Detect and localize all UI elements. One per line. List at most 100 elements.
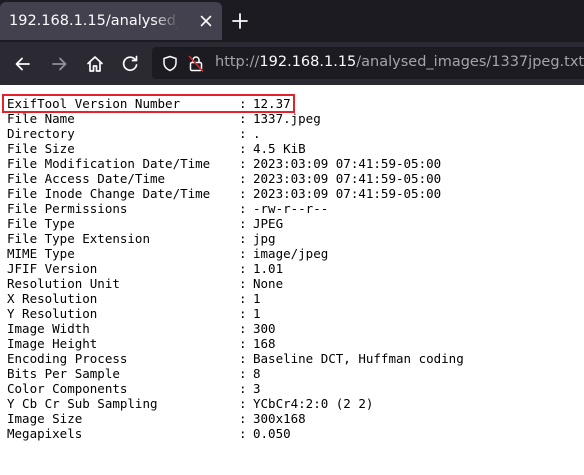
url-bar[interactable]: http://192.168.1.15/analysed_images/1337… — [152, 47, 584, 79]
exif-key: Megapixels — [7, 426, 83, 441]
exif-key: Y Resolution — [7, 306, 98, 321]
exif-key: JFIF Version — [7, 261, 98, 276]
exif-row: Resolution Unit: None — [7, 276, 584, 291]
exif-row: Image Width:300 — [7, 321, 584, 336]
home-icon[interactable] — [85, 54, 105, 74]
exif-value: 2023:03:09 07:41:59-05:00 — [253, 171, 442, 186]
exif-value: 300x168 — [253, 411, 306, 426]
exif-row: File Type Extension: jpg — [7, 231, 584, 246]
exif-separator: : — [239, 201, 247, 216]
exif-value: YCbCr4:2:0 (2 2) — [253, 396, 374, 411]
exif-key: File Size — [7, 141, 75, 156]
arrow-right-icon[interactable] — [49, 54, 69, 74]
plus-icon[interactable] — [230, 11, 250, 31]
exif-value: image/jpeg — [253, 246, 329, 261]
tab-title: 192.168.1.15/analysed_images/1337jpeg.tx… — [9, 13, 179, 29]
exif-row: Image Height:168 — [7, 336, 584, 351]
exif-row: X Resolution:1 — [7, 291, 584, 306]
exif-value: JPEG — [253, 216, 284, 231]
exif-value: 1 — [253, 306, 261, 321]
exif-key: Image Height — [7, 336, 98, 351]
exif-key: ExifTool Version Number — [7, 96, 181, 111]
exif-separator: : — [239, 216, 247, 231]
exif-separator: : — [239, 126, 247, 141]
url-path: /analysed_images/1337jpeg.txt — [356, 54, 584, 70]
exif-separator: : — [239, 366, 247, 381]
exif-row: Color Components:3 — [7, 381, 584, 396]
exif-separator: : — [239, 171, 247, 186]
shield-icon[interactable] — [162, 55, 178, 72]
exif-value: 8 — [253, 366, 261, 381]
exif-value: 2023:03:09 07:41:59-05:00 — [253, 186, 442, 201]
exif-separator: : — [239, 336, 247, 351]
exif-key: Y Cb Cr Sub Sampling — [7, 396, 158, 411]
exif-value: None — [253, 276, 284, 291]
exif-key: Image Size — [7, 411, 83, 426]
exif-key: X Resolution — [7, 291, 98, 306]
exif-separator: : — [239, 381, 247, 396]
exif-value: 1337.jpeg — [253, 111, 321, 126]
exif-row: Bits Per Sample:8 — [7, 366, 584, 381]
exif-row: Y Resolution:1 — [7, 306, 584, 321]
exif-row: MIME Type: image/jpeg — [7, 246, 584, 261]
exif-row: JFIF Version:1.01 — [7, 261, 584, 276]
exif-row: Encoding Process: Baseline DCT, Huffman c… — [7, 351, 584, 366]
exif-separator: : — [239, 111, 247, 126]
exif-value: 300 — [253, 321, 276, 336]
exif-row: Image Size:300x168 — [7, 411, 584, 426]
exif-row: File Modification Date/Time:2023:03:09 0… — [7, 156, 584, 171]
url-scheme: http:// — [215, 54, 260, 70]
exif-key: Color Components — [7, 381, 128, 396]
exif-separator: : — [239, 321, 247, 336]
exif-key: MIME Type — [7, 246, 75, 261]
exif-row: Y Cb Cr Sub Sampling: YCbCr4:2:0 (2 2) — [7, 396, 584, 411]
exif-value: 1.01 — [253, 261, 284, 276]
exif-separator: : — [239, 426, 247, 441]
exif-separator: : — [239, 231, 247, 246]
exif-key: Encoding Process — [7, 351, 128, 366]
exif-row: File Access Date/Time:2023:03:09 07:41:5… — [7, 171, 584, 186]
exif-key: File Permissions — [7, 201, 128, 216]
exif-key: File Type — [7, 216, 75, 231]
exif-row: File Inode Change Date/Time:2023:03:09 0… — [7, 186, 584, 201]
exif-row: ExifTool Version Number:12.37 — [7, 96, 584, 111]
exif-separator: : — [239, 276, 247, 291]
arrow-left-icon[interactable] — [13, 54, 33, 74]
exif-value: 4.5 KiB — [253, 141, 306, 156]
exif-key: File Name — [7, 111, 75, 126]
exif-key: Resolution Unit — [7, 276, 120, 291]
exif-value: -rw-r--r-- — [253, 201, 329, 216]
exif-value: 2023:03:09 07:41:59-05:00 — [253, 156, 442, 171]
reload-icon[interactable] — [120, 54, 140, 74]
exif-key: File Type Extension — [7, 231, 150, 246]
exif-separator: : — [239, 141, 247, 156]
exif-value: jpg — [253, 231, 276, 246]
exif-separator: : — [239, 186, 247, 201]
url-text[interactable]: http://192.168.1.15/analysed_images/1337… — [215, 54, 584, 70]
exif-separator: : — [239, 96, 247, 111]
exif-key: File Inode Change Date/Time — [7, 186, 211, 201]
exif-row: File Permissions: -rw-r--r-- — [7, 201, 584, 216]
exif-row: Directory:. — [7, 126, 584, 141]
exif-value: 0.050 — [253, 426, 291, 441]
exif-separator: : — [239, 156, 247, 171]
exif-separator: : — [239, 411, 247, 426]
insecure-lock-icon[interactable] — [188, 55, 204, 72]
exif-separator: : — [239, 246, 247, 261]
exif-separator: : — [239, 306, 247, 321]
exif-separator: : — [239, 291, 247, 306]
exif-row: File Type: JPEG — [7, 216, 584, 231]
exif-value: Baseline DCT, Huffman coding — [253, 351, 464, 366]
exif-row: Megapixels:0.050 — [7, 426, 584, 441]
tab-strip: 192.168.1.15/analysed_images/1337jpeg.tx… — [0, 0, 584, 42]
active-tab[interactable]: 192.168.1.15/analysed_images/1337jpeg.tx… — [0, 2, 222, 40]
exif-key: Directory — [7, 126, 75, 141]
close-icon[interactable] — [198, 13, 214, 29]
exif-value: . — [253, 126, 261, 141]
exif-key: File Modification Date/Time — [7, 156, 211, 171]
exif-separator: : — [239, 261, 247, 276]
exif-value: 3 — [253, 381, 261, 396]
exif-key: File Access Date/Time — [7, 171, 166, 186]
exif-value: 12.37 — [253, 96, 291, 111]
exif-key: Image Width — [7, 321, 90, 336]
